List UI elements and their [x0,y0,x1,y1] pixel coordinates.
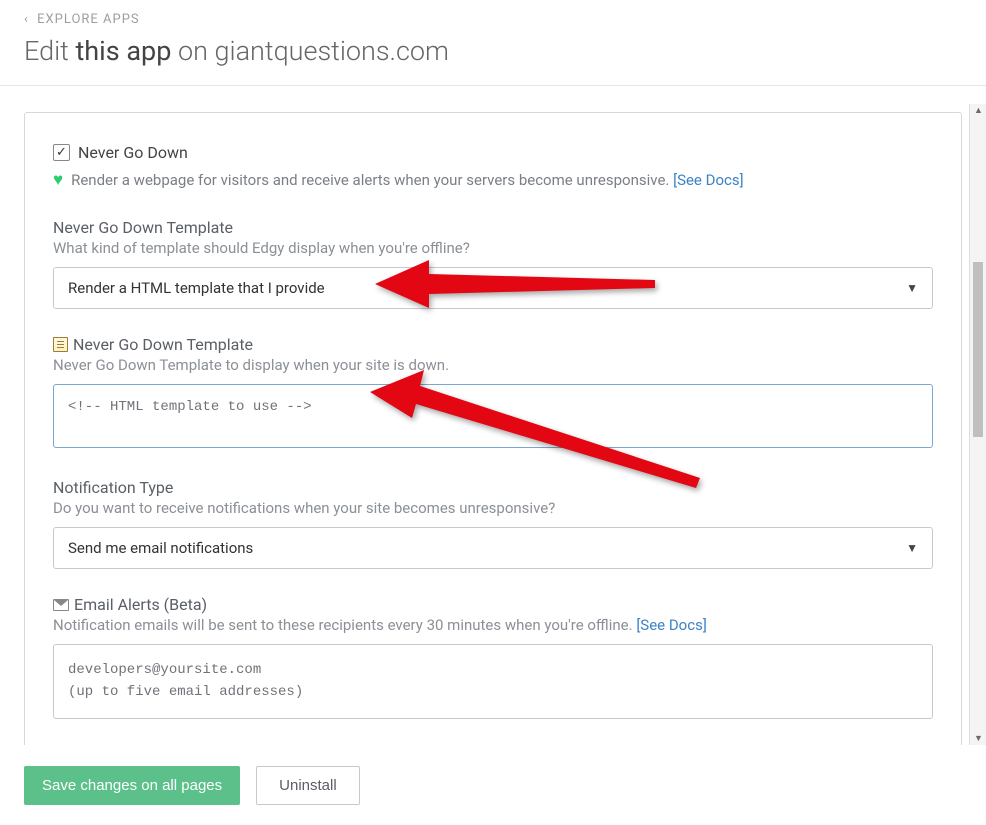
email-alerts-block: Email Alerts (Beta) Notification emails … [53,595,933,723]
document-icon [53,337,68,352]
notification-type-help: Do you want to receive notifications whe… [53,499,933,517]
notification-type-block: Notification Type Do you want to receive… [53,478,933,569]
template-select-block: Never Go Down Template What kind of temp… [53,218,933,309]
never-go-down-checkbox[interactable]: ✓ [53,144,70,161]
never-go-down-checkbox-label: Never Go Down [78,143,188,162]
scrollbar-thumb[interactable] [973,262,983,437]
template-select-value: Render a HTML template that I provide [68,279,325,297]
footer-bar: Save changes on all pages Uninstall [0,751,986,825]
see-docs-link[interactable]: [See Docs] [673,171,743,189]
heart-icon: ♥ [53,170,63,190]
chevron-down-icon: ▼ [906,541,918,555]
template-select-label: Never Go Down Template [53,218,933,237]
notification-type-value: Send me email notifications [68,539,253,557]
chevron-down-icon: ▼ [906,281,918,295]
never-go-down-card: ✓ Never Go Down ♥ Render a webpage for v… [24,112,962,745]
template-select[interactable]: Render a HTML template that I provide ▼ [53,267,933,309]
chevron-left-icon: ‹ [24,12,29,27]
template-html-label: Never Go Down Template [53,335,933,354]
save-button[interactable]: Save changes on all pages [24,766,240,805]
page-header: ‹ EXPLORE APPS Edit this app on giantque… [0,0,986,86]
email-see-docs-link[interactable]: [See Docs] [636,616,706,634]
notification-type-label: Notification Type [53,478,933,497]
template-html-block: Never Go Down Template Never Go Down Tem… [53,335,933,452]
notification-type-select[interactable]: Send me email notifications ▼ [53,527,933,569]
settings-scroll-area: ✓ Never Go Down ♥ Render a webpage for v… [0,104,986,745]
email-alerts-input[interactable] [53,644,933,719]
breadcrumb-label: EXPLORE APPS [37,12,140,27]
breadcrumb[interactable]: ‹ EXPLORE APPS [24,12,962,27]
template-select-help: What kind of template should Edgy displa… [53,239,933,257]
scroll-down-icon[interactable]: ▼ [974,733,983,744]
template-html-help: Never Go Down Template to display when y… [53,356,933,374]
never-go-down-desc: Render a webpage for visitors and receiv… [71,171,743,189]
email-alerts-help: Notification emails will be sent to thes… [53,616,933,634]
email-alerts-label: Email Alerts (Beta) [53,595,933,614]
uninstall-button[interactable]: Uninstall [256,766,360,805]
template-html-input[interactable] [53,384,933,448]
scroll-up-icon[interactable]: ▲ [974,105,983,116]
page-title: Edit this app on giantquestions.com [24,35,962,67]
vertical-scrollbar[interactable]: ▲ ▼ [970,104,986,745]
envelope-icon [53,599,69,611]
